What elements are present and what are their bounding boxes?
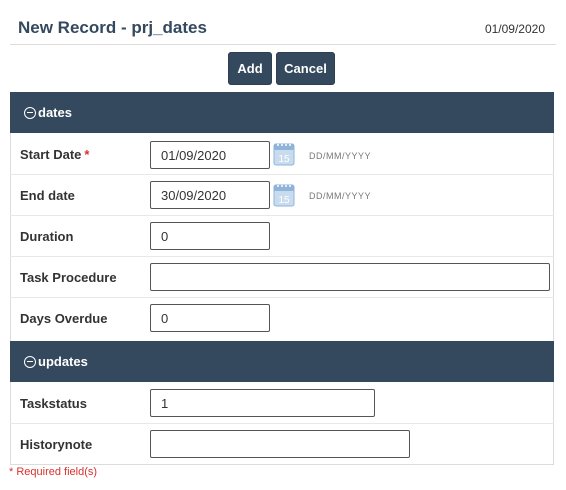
section-title-dates: dates <box>38 105 72 120</box>
svg-text:15: 15 <box>278 154 290 165</box>
cancel-button[interactable]: Cancel <box>276 52 335 85</box>
row-divider <box>10 256 554 257</box>
section-header-updates[interactable]: updates <box>10 341 554 382</box>
duration-input[interactable] <box>150 222 270 250</box>
taskstatus-input[interactable] <box>150 389 375 417</box>
start-date-input[interactable] <box>150 141 270 169</box>
row-divider <box>10 297 554 298</box>
section-header-dates[interactable]: dates <box>10 92 554 133</box>
add-button[interactable]: Add <box>228 52 272 85</box>
header-date: 01/09/2020 <box>484 22 545 36</box>
task-procedure-label: Task Procedure <box>20 270 117 285</box>
taskstatus-label: Taskstatus <box>20 396 87 411</box>
end-date-label: End date <box>20 188 75 203</box>
calendar-icon[interactable]: 15 <box>273 183 295 207</box>
collapse-icon[interactable] <box>24 355 36 368</box>
days-overdue-input[interactable] <box>150 304 270 332</box>
svg-text:15: 15 <box>278 195 290 206</box>
task-procedure-input[interactable] <box>150 263 550 291</box>
days-overdue-label: Days Overdue <box>20 311 108 326</box>
historynote-input[interactable] <box>150 430 410 458</box>
start-date-format-hint: DD/MM/YYYY <box>309 151 372 161</box>
start-date-label-text: Start Date <box>20 147 82 162</box>
calendar-icon[interactable]: 15 <box>273 142 295 166</box>
row-divider <box>10 215 554 216</box>
historynote-label: Historynote <box>20 437 93 452</box>
end-date-input[interactable] <box>150 181 270 209</box>
required-fields-note: * Required field(s) <box>9 466 98 478</box>
duration-label: Duration <box>20 229 74 244</box>
collapse-icon[interactable] <box>24 106 36 119</box>
section-title-updates: updates <box>38 354 88 369</box>
row-divider <box>10 174 554 175</box>
required-marker: * <box>84 147 90 162</box>
end-date-format-hint: DD/MM/YYYY <box>309 191 372 201</box>
start-date-label: Start Date * <box>20 147 89 162</box>
header-divider <box>10 44 556 45</box>
page-title: New Record - prj_dates <box>18 18 207 37</box>
row-divider <box>10 423 554 424</box>
